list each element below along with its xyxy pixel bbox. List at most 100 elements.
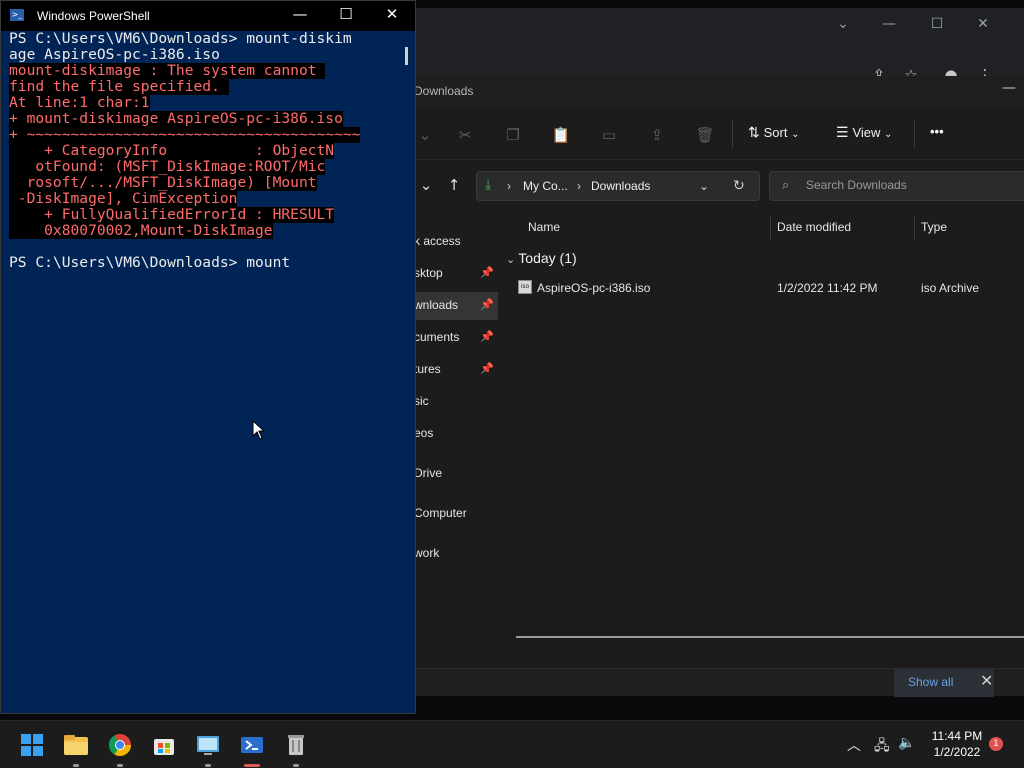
divider: [732, 120, 733, 148]
more-options-button[interactable]: •••: [930, 124, 944, 139]
nav-item-network[interactable]: work: [414, 540, 498, 568]
iso-file-icon: iso: [518, 280, 532, 294]
column-header-name[interactable]: Name: [528, 220, 560, 234]
minimize-button[interactable]: —: [285, 5, 315, 23]
column-header-type[interactable]: Type: [921, 220, 947, 234]
nav-item-desktop[interactable]: sktop 📌: [414, 260, 498, 288]
refresh-icon[interactable]: ↻: [733, 177, 745, 194]
start-button[interactable]: [16, 729, 48, 761]
horizontal-scrollbar[interactable]: [516, 636, 1024, 638]
console-error-line: + ~~~~~~~~~~~~~~~~~~~~~~~~~~~~~~~~~~~~~~: [9, 126, 361, 143]
taskbar-chrome[interactable]: [104, 729, 136, 767]
console-error-line: find the file specified.: [9, 78, 229, 95]
view-icon: ☰: [836, 124, 853, 140]
powershell-window[interactable]: >_ Windows PowerShell — ☐ ✕ PS C:\Users\…: [0, 0, 416, 714]
browser-close-button[interactable]: ✕: [968, 16, 998, 32]
taskbar-file-explorer[interactable]: [60, 729, 92, 767]
chevron-down-icon: ⌄: [791, 129, 800, 140]
column-header-date[interactable]: Date modified: [777, 220, 851, 234]
file-date: 1/2/2022 11:42 PM: [777, 281, 878, 295]
chevron-right-icon: ›: [507, 179, 511, 193]
browser-maximize-button[interactable]: ☐: [922, 16, 952, 32]
console-line: age AspireOS-pc-i386.iso: [9, 46, 220, 63]
powershell-icon: [241, 737, 263, 753]
table-row[interactable]: iso AspireOS-pc-i386.iso 1/2/2022 11:42 …: [498, 276, 1024, 300]
navigation-pane: k access sktop 📌 wnloads 📌 cuments 📌 tures 📌…: [414, 216, 498, 646]
up-arrow-icon[interactable]: ↑: [444, 176, 464, 194]
pin-icon: 📌: [480, 266, 494, 279]
nav-item-videos[interactable]: eos: [414, 420, 498, 448]
taskbar-powershell[interactable]: [236, 729, 268, 767]
console-error-line: -DiskImage], CimException: [9, 190, 238, 207]
network-icon[interactable]: 🖧: [874, 735, 890, 759]
chevron-down-icon[interactable]: ⌄: [699, 179, 709, 193]
volume-icon[interactable]: 🔈: [898, 735, 915, 751]
search-box[interactable]: ⌕: [769, 171, 1024, 201]
share-icon[interactable]: ⇪: [646, 126, 668, 144]
nav-item-downloads[interactable]: wnloads 📌: [414, 292, 498, 320]
nav-item-this-computer[interactable]: Computer: [414, 500, 498, 528]
view-button[interactable]: ☰ View ⌄: [836, 124, 892, 141]
explorer-command-bar: ⌄ ✂ ❐ 📋 ▭ ⇪ 🗑 ⇅ Sort ⌄ ☰ View ⌄ •••: [414, 110, 1024, 160]
taskbar-store[interactable]: [148, 729, 180, 761]
pin-icon: 📌: [480, 362, 494, 375]
pin-icon: 📌: [480, 330, 494, 343]
file-explorer-window[interactable]: Downloads — ⌄ ✂ ❐ 📋 ▭ ⇪ 🗑 ⇅ Sort ⌄ ☰ Vie…: [414, 76, 1024, 697]
store-icon: [154, 739, 174, 755]
nav-item-quick-access[interactable]: k access: [414, 228, 498, 256]
breadcrumb-my-computer[interactable]: My Co...: [523, 179, 568, 193]
chevron-down-icon[interactable]: ⌄: [828, 16, 858, 32]
show-all-button[interactable]: Show all: [894, 669, 994, 697]
nav-item-onedrive[interactable]: Drive: [414, 460, 498, 488]
sort-button[interactable]: ⇅ Sort ⌄: [748, 124, 799, 141]
column-divider[interactable]: [914, 216, 915, 240]
taskbar-control-panel[interactable]: [192, 729, 224, 767]
powershell-titlebar[interactable]: >_ Windows PowerShell — ☐ ✕: [1, 1, 415, 31]
maximize-button[interactable]: ☐: [331, 5, 361, 23]
browser-minimize-button[interactable]: —: [874, 16, 904, 32]
explorer-titlebar[interactable]: Downloads —: [414, 76, 1024, 108]
divider: [914, 120, 915, 148]
column-divider[interactable]: [770, 216, 771, 240]
breadcrumb-downloads[interactable]: Downloads: [591, 179, 650, 193]
close-icon[interactable]: ✕: [980, 671, 993, 690]
download-icon: ⤓: [485, 176, 492, 192]
powershell-icon: >_: [10, 9, 24, 21]
chevron-down-icon[interactable]: ⌄: [414, 126, 436, 144]
close-button[interactable]: ✕: [377, 5, 407, 23]
explorer-minimize-button[interactable]: —: [1002, 80, 1016, 96]
scissors-icon[interactable]: ✂: [454, 126, 476, 144]
chevron-down-icon[interactable]: ⌄: [416, 176, 436, 194]
nav-item-pictures[interactable]: tures 📌: [414, 356, 498, 384]
paste-icon[interactable]: 📋: [550, 126, 572, 144]
notification-bar: Show all ✕: [414, 668, 1024, 697]
console-scrollbar[interactable]: [405, 47, 408, 65]
browser-window[interactable]: ⌄ — ☐ ✕ ⇪ ☆ ● ⋮: [414, 8, 1024, 84]
copy-icon[interactable]: ❐: [502, 126, 524, 144]
taskbar-recycle-bin[interactable]: [280, 729, 312, 767]
nav-item-documents[interactable]: cuments 📌: [414, 324, 498, 352]
start-icon: [21, 734, 43, 756]
desktop: ⌄ — ☐ ✕ ⇪ ☆ ● ⋮ Downloads — ⌄ ✂ ❐ 📋 ▭ ⇪ …: [0, 0, 1024, 768]
console-output[interactable]: PS C:\Users\VM6\Downloads> mount-diskim …: [7, 31, 403, 711]
trash-icon[interactable]: 🗑: [694, 126, 716, 144]
console-error-line: 0x80070002,Mount-DiskImage: [9, 222, 273, 239]
address-bar[interactable]: ⤓ › My Co... › Downloads ⌄ ↻: [476, 171, 760, 201]
search-icon: ⌕: [782, 178, 790, 193]
notification-badge[interactable]: 1: [989, 737, 1003, 751]
address-bar-row: ⌄ ↑ ⤓ › My Co... › Downloads ⌄ ↻ ⌕: [414, 166, 1024, 206]
console-error-line: + mount-diskimage AspireOS-pc-i386.iso: [9, 110, 343, 127]
search-input[interactable]: [806, 178, 1016, 192]
clock-date[interactable]: 1/2/2022: [928, 745, 986, 759]
explorer-title: Downloads: [414, 84, 474, 98]
clock-time[interactable]: 11:44 PM: [928, 729, 986, 743]
active-indicator: [244, 764, 260, 767]
group-header-today[interactable]: ⌄ Today (1): [506, 250, 577, 266]
running-indicator: [117, 764, 123, 767]
rename-icon[interactable]: ▭: [598, 126, 620, 144]
pin-icon: 📌: [480, 298, 494, 311]
file-explorer-icon: [64, 735, 88, 755]
nav-item-music[interactable]: sic: [414, 388, 498, 416]
chevron-up-icon[interactable]: ︿: [847, 735, 861, 755]
file-list: Name Date modified Type ⌄ Today (1) iso …: [498, 212, 1024, 642]
